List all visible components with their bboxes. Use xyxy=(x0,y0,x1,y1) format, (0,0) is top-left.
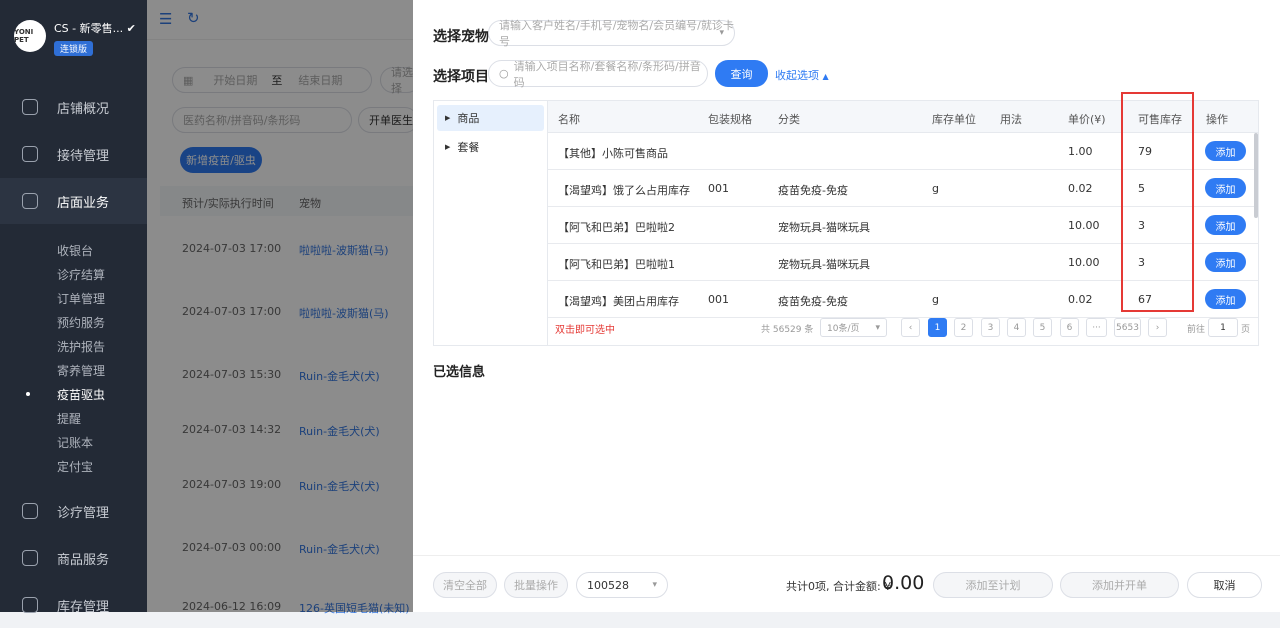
th-usage: 用法 xyxy=(1000,113,1022,126)
collapse-options-link[interactable]: 收起选项 ▲ xyxy=(775,67,829,83)
add-button[interactable]: 添加 xyxy=(1205,215,1246,235)
th-action: 操作 xyxy=(1206,113,1228,126)
caret-right-icon: ▶ xyxy=(445,143,451,151)
sub-dingfubao[interactable]: 定付宝 xyxy=(57,458,93,475)
goto-page-input[interactable]: 1 xyxy=(1208,318,1238,337)
selected-info-title: 已选信息 xyxy=(433,365,486,380)
sub-boarding[interactable]: 寄养管理 xyxy=(57,362,105,379)
th-name: 名称 xyxy=(558,113,580,126)
double-click-hint: 双击即可选中 xyxy=(555,325,615,336)
item-search-input[interactable]: ○ 请输入项目名称/套餐名称/条形码/拼音码 xyxy=(488,60,708,89)
clear-all-button[interactable]: 清空全部 xyxy=(433,572,497,598)
sub-treatment-settle[interactable]: 诊疗结算 xyxy=(57,266,105,283)
nav-inventory[interactable]: 库存管理 xyxy=(0,582,147,628)
sub-grooming-report[interactable]: 洗护报告 xyxy=(57,338,105,355)
prev-page-button[interactable]: ‹ xyxy=(901,318,920,337)
page-4[interactable]: 4 xyxy=(1007,318,1026,337)
category-tree: ▶ 商品 ▶ 套餐 xyxy=(433,100,548,346)
add-button[interactable]: 添加 xyxy=(1205,141,1246,161)
select-pet-label: 选择宠物 xyxy=(433,29,489,45)
page-ellipsis[interactable]: ··· xyxy=(1086,318,1107,337)
brand: YONI PET CS - 新零售... ✔ 连锁版 xyxy=(14,20,136,56)
page-2[interactable]: 2 xyxy=(954,318,973,337)
total-summary: 共计0项, 合计金额: ¥ xyxy=(786,580,892,593)
add-button[interactable]: 添加 xyxy=(1205,178,1246,198)
nav-store-business[interactable]: 店面业务 xyxy=(0,178,147,224)
goto-label: 前往 xyxy=(1187,325,1206,335)
page-6[interactable]: 6 xyxy=(1060,318,1079,337)
add-and-bill-button[interactable]: 添加并开单 xyxy=(1060,572,1179,598)
sub-reminder[interactable]: 提醒 xyxy=(57,410,81,427)
cancel-button[interactable]: 取消 xyxy=(1187,572,1262,598)
sub-orders[interactable]: 订单管理 xyxy=(57,290,105,307)
product-icon xyxy=(22,550,38,566)
sub-appointments[interactable]: 预约服务 xyxy=(57,314,105,331)
monitor-icon xyxy=(22,99,38,115)
th-unit: 库存单位 xyxy=(932,113,976,126)
page-1[interactable]: 1 xyxy=(928,318,947,337)
chevron-down-icon: ▾ xyxy=(652,580,657,590)
tree-item-products[interactable]: ▶ 商品 xyxy=(437,105,544,131)
search-icon: ○ xyxy=(499,67,509,80)
page-size-select[interactable]: 10条/页 ▾ xyxy=(820,318,887,337)
nav-store-overview[interactable]: 店铺概况 xyxy=(0,84,147,130)
sub-ledger[interactable]: 记账本 xyxy=(57,434,93,451)
th-spec: 包装规格 xyxy=(708,113,752,126)
code-select[interactable]: 100528 ▾ xyxy=(576,572,668,598)
modal-overlay[interactable] xyxy=(147,0,413,612)
add-to-plan-button[interactable]: 添加至计划 xyxy=(933,572,1053,598)
page-5[interactable]: 5 xyxy=(1033,318,1052,337)
treatment-icon xyxy=(22,503,38,519)
inventory-icon xyxy=(22,597,38,613)
stock-highlight-box xyxy=(1121,92,1194,312)
caret-right-icon: ▶ xyxy=(445,114,451,122)
sub-cashier[interactable]: 收银台 xyxy=(57,242,93,259)
check-icon: ✔ xyxy=(126,22,136,35)
batch-operation-button[interactable]: 批量操作 xyxy=(504,572,568,598)
chevron-left-icon: ‹ xyxy=(908,322,913,333)
chevron-down-icon: ▾ xyxy=(719,28,724,38)
page-unit: 页 xyxy=(1241,325,1251,335)
page-last[interactable]: 5653 xyxy=(1114,318,1141,337)
store-icon xyxy=(22,193,38,209)
pet-search-select[interactable]: 请输入客户姓名/手机号/宠物名/会员编号/就诊卡号 ▾ xyxy=(488,19,735,48)
add-button[interactable]: 添加 xyxy=(1205,289,1246,309)
caret-up-icon: ▲ xyxy=(822,72,829,81)
total-amount: 0.00 xyxy=(882,572,925,594)
logo: YONI PET xyxy=(14,20,46,52)
chevron-right-icon: › xyxy=(1155,322,1160,333)
nav-reception[interactable]: 接待管理 xyxy=(0,131,147,177)
th-price: 单价(¥) xyxy=(1068,113,1106,126)
edition-badge: 连锁版 xyxy=(54,41,94,56)
active-dot xyxy=(26,392,30,396)
total-count: 共 56529 条 xyxy=(761,325,814,335)
page-3[interactable]: 3 xyxy=(981,318,1000,337)
nav-treatment[interactable]: 诊疗管理 xyxy=(0,488,147,534)
th-category: 分类 xyxy=(778,113,800,126)
sub-vaccine[interactable]: 疫苗驱虫 xyxy=(57,386,105,403)
chevron-down-icon: ▾ xyxy=(875,322,880,333)
sidebar: YONI PET CS - 新零售... ✔ 连锁版 店铺概况 接待管理 店面业… xyxy=(0,0,147,615)
tree-item-packages[interactable]: ▶ 套餐 xyxy=(437,134,544,160)
nav-products[interactable]: 商品服务 xyxy=(0,535,147,581)
select-item-label: 选择项目 xyxy=(433,69,489,85)
store-name[interactable]: CS - 新零售... ✔ xyxy=(54,20,136,36)
next-page-button[interactable]: › xyxy=(1148,318,1167,337)
table-scrollbar[interactable] xyxy=(1254,133,1258,218)
query-button[interactable]: 查询 xyxy=(715,60,768,87)
reception-icon xyxy=(22,146,38,162)
add-button[interactable]: 添加 xyxy=(1205,252,1246,272)
